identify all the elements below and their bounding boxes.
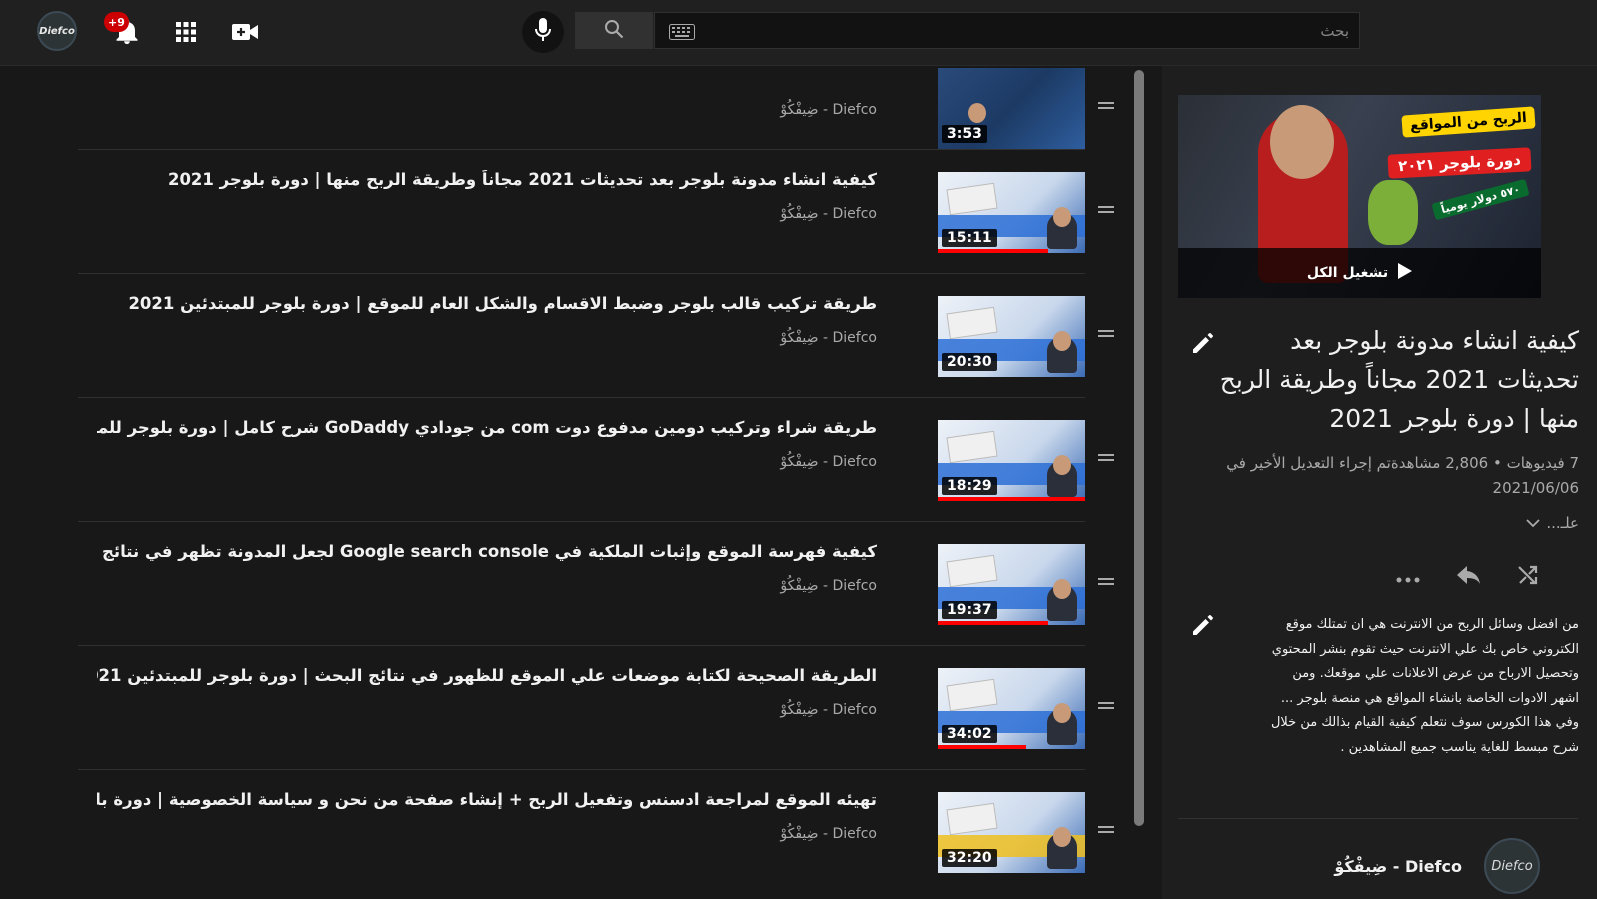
playlist-title: كيفية انشاء مدونة بلوجر بعد تحديثات 2021… <box>1219 326 1579 433</box>
thumbnail-ribbon: ٥٧٠ دولار يومياً <box>1431 178 1530 221</box>
playlist-thumbnail[interactable]: الربح من المواقع دورة بلوجر ٢٠٢١ ٥٧٠ دول… <box>1178 95 1541 298</box>
thumbnail-tag <box>946 678 998 712</box>
thumbnail-tag <box>946 182 998 216</box>
drag-handle-icon[interactable] <box>1098 454 1114 466</box>
video-channel[interactable]: Diefco - ضِيفْكُوْ <box>780 578 877 594</box>
more-horizontal-icon <box>1396 568 1420 587</box>
video-duration: 18:29 <box>942 477 997 495</box>
divider <box>1178 818 1578 819</box>
thumbnail-face <box>1053 331 1071 351</box>
create-video-icon[interactable] <box>228 15 262 49</box>
play-all-label: تشغيل الكل <box>1306 265 1389 281</box>
watch-progress <box>938 249 1049 253</box>
privacy-dropdown[interactable]: علـ... <box>1526 514 1579 532</box>
video-channel[interactable]: Diefco - ضِيفْكُوْ <box>780 330 877 346</box>
apps-icon[interactable] <box>169 15 203 49</box>
video-channel[interactable]: Diefco - ضِيفْكُوْ <box>780 102 877 118</box>
more-actions-button[interactable] <box>1394 564 1422 590</box>
drag-handle-icon[interactable] <box>1098 826 1114 838</box>
list-item[interactable]: كيفية فهرسة الموقع وإثبات الملكية في Goo… <box>78 521 1114 645</box>
video-duration: 19:37 <box>942 601 997 619</box>
video-channel[interactable]: Diefco - ضِيفْكُوْ <box>780 206 877 222</box>
video-duration: 20:30 <box>942 353 997 371</box>
video-thumbnail[interactable]: 15:11 <box>938 172 1085 253</box>
search-box <box>654 12 1360 49</box>
voice-search-button[interactable] <box>522 11 564 53</box>
thumbnail-tag <box>946 430 998 464</box>
video-channel[interactable]: Diefco - ضِيفْكُوْ <box>780 702 877 718</box>
playlist-stats: 7 فيديوهات • 2,806 مشاهدةتم إجراء التعدي… <box>1226 454 1579 497</box>
thumbnail-person <box>968 103 986 123</box>
video-thumbnail[interactable]: 32:20 <box>938 792 1085 873</box>
play-icon <box>1398 263 1413 283</box>
playlist-info-panel: الربح من المواقع دورة بلوجر ٢٠٢١ ٥٧٠ دول… <box>1162 66 1597 899</box>
drag-handle-icon[interactable] <box>1098 102 1114 114</box>
search-input[interactable] <box>655 13 1359 48</box>
video-title[interactable]: كيفية فهرسة الموقع وإثبات الملكية في Goo… <box>97 542 877 561</box>
privacy-label: علـ... <box>1546 514 1579 532</box>
shuffle-icon <box>1516 563 1540 591</box>
video-duration: 34:02 <box>942 725 997 743</box>
video-title[interactable]: طريقة شراء وتركيب دومين مدفوع دوت com من… <box>97 418 877 437</box>
video-thumbnail[interactable]: 18:29 <box>938 420 1085 501</box>
share-button[interactable] <box>1454 564 1482 590</box>
chevron-down-icon <box>1526 514 1541 532</box>
list-scrollbar[interactable] <box>1134 70 1144 826</box>
thumbnail-ribbon: الربح من المواقع <box>1401 106 1536 138</box>
video-thumbnail[interactable]: 34:02 <box>938 668 1085 749</box>
thumbnail-face <box>1053 579 1071 599</box>
watch-progress <box>938 621 1049 625</box>
video-title[interactable]: طريقة تركيب قالب بلوجر وضبط الاقسام والش… <box>97 294 877 313</box>
thumbnail-graphic <box>1368 180 1418 245</box>
search-icon <box>604 19 624 43</box>
thumbnail-face <box>1053 827 1071 847</box>
account-avatar[interactable]: Diefco <box>37 11 77 51</box>
drag-handle-icon[interactable] <box>1098 330 1114 342</box>
mic-icon <box>535 18 551 46</box>
video-channel[interactable]: Diefco - ضِيفْكُوْ <box>780 826 877 842</box>
owner-avatar[interactable]: Diefco <box>1484 838 1540 894</box>
thumbnail-tag <box>946 802 998 836</box>
edit-title-icon[interactable] <box>1190 330 1216 356</box>
thumbnail-face <box>1053 207 1071 227</box>
video-thumbnail[interactable]: 19:37 <box>938 544 1085 625</box>
video-title[interactable]: تهيئه الموقع لمراجعة ادسنس وتفعيل الربح … <box>97 790 877 809</box>
thumbnail-face <box>1270 105 1334 179</box>
list-item[interactable]: كيفية انشاء مدونة بلوجر بعد تحديثات 2021… <box>78 149 1114 273</box>
share-icon <box>1455 564 1481 590</box>
playlist-description: من افضل وسائل الربح من الانترنت هي ان تم… <box>1270 617 1579 755</box>
video-thumbnail[interactable]: 20:30 <box>938 296 1085 377</box>
drag-handle-icon[interactable] <box>1098 578 1114 590</box>
thumbnail-face <box>1053 703 1071 723</box>
thumbnail-tag <box>946 306 998 340</box>
playlist-owner-name[interactable]: Diefco - ضِيفْكُوْ <box>1334 857 1462 876</box>
notification-badge: +9 <box>104 12 129 32</box>
list-item[interactable]: تهيئه الموقع لمراجعة ادسنس وتفعيل الربح … <box>78 769 1114 893</box>
video-title[interactable]: كيفية انشاء مدونة بلوجر بعد تحديثات 2021… <box>97 170 877 189</box>
video-duration: 15:11 <box>942 229 997 247</box>
list-item[interactable]: الطريقة الصحيحة لكتابة موضعات علي الموقع… <box>78 645 1114 769</box>
watch-progress <box>938 745 1027 749</box>
edit-description-icon[interactable] <box>1190 612 1216 638</box>
video-duration: 3:53 <box>942 125 987 143</box>
video-title[interactable]: الطريقة الصحيحة لكتابة موضعات علي الموقع… <box>97 666 877 685</box>
watch-progress <box>938 497 1085 501</box>
thumbnail-ribbon: دورة بلوجر ٢٠٢١ <box>1387 147 1532 179</box>
thumbnail-tag <box>946 554 998 588</box>
playlist-video-list: Diefco - ضِيفْكُوْ 3:53 كيفية انشاء مدون… <box>78 66 1138 899</box>
list-item[interactable]: طريقة تركيب قالب بلوجر وضبط الاقسام والش… <box>78 273 1114 397</box>
list-item[interactable]: طريقة شراء وتركيب دومين مدفوع دوت com من… <box>78 397 1114 521</box>
drag-handle-icon[interactable] <box>1098 702 1114 714</box>
thumbnail-face <box>1053 455 1071 475</box>
video-thumbnail[interactable]: 3:53 <box>938 68 1085 149</box>
keyboard-icon[interactable] <box>669 24 695 40</box>
video-channel[interactable]: Diefco - ضِيفْكُوْ <box>780 454 877 470</box>
shuffle-button[interactable] <box>1514 564 1542 590</box>
video-duration: 32:20 <box>942 849 997 867</box>
search-button[interactable] <box>575 12 653 49</box>
drag-handle-icon[interactable] <box>1098 206 1114 218</box>
play-all-button[interactable]: تشغيل الكل <box>1178 248 1541 298</box>
top-bar: Diefco +9 <box>0 0 1597 66</box>
